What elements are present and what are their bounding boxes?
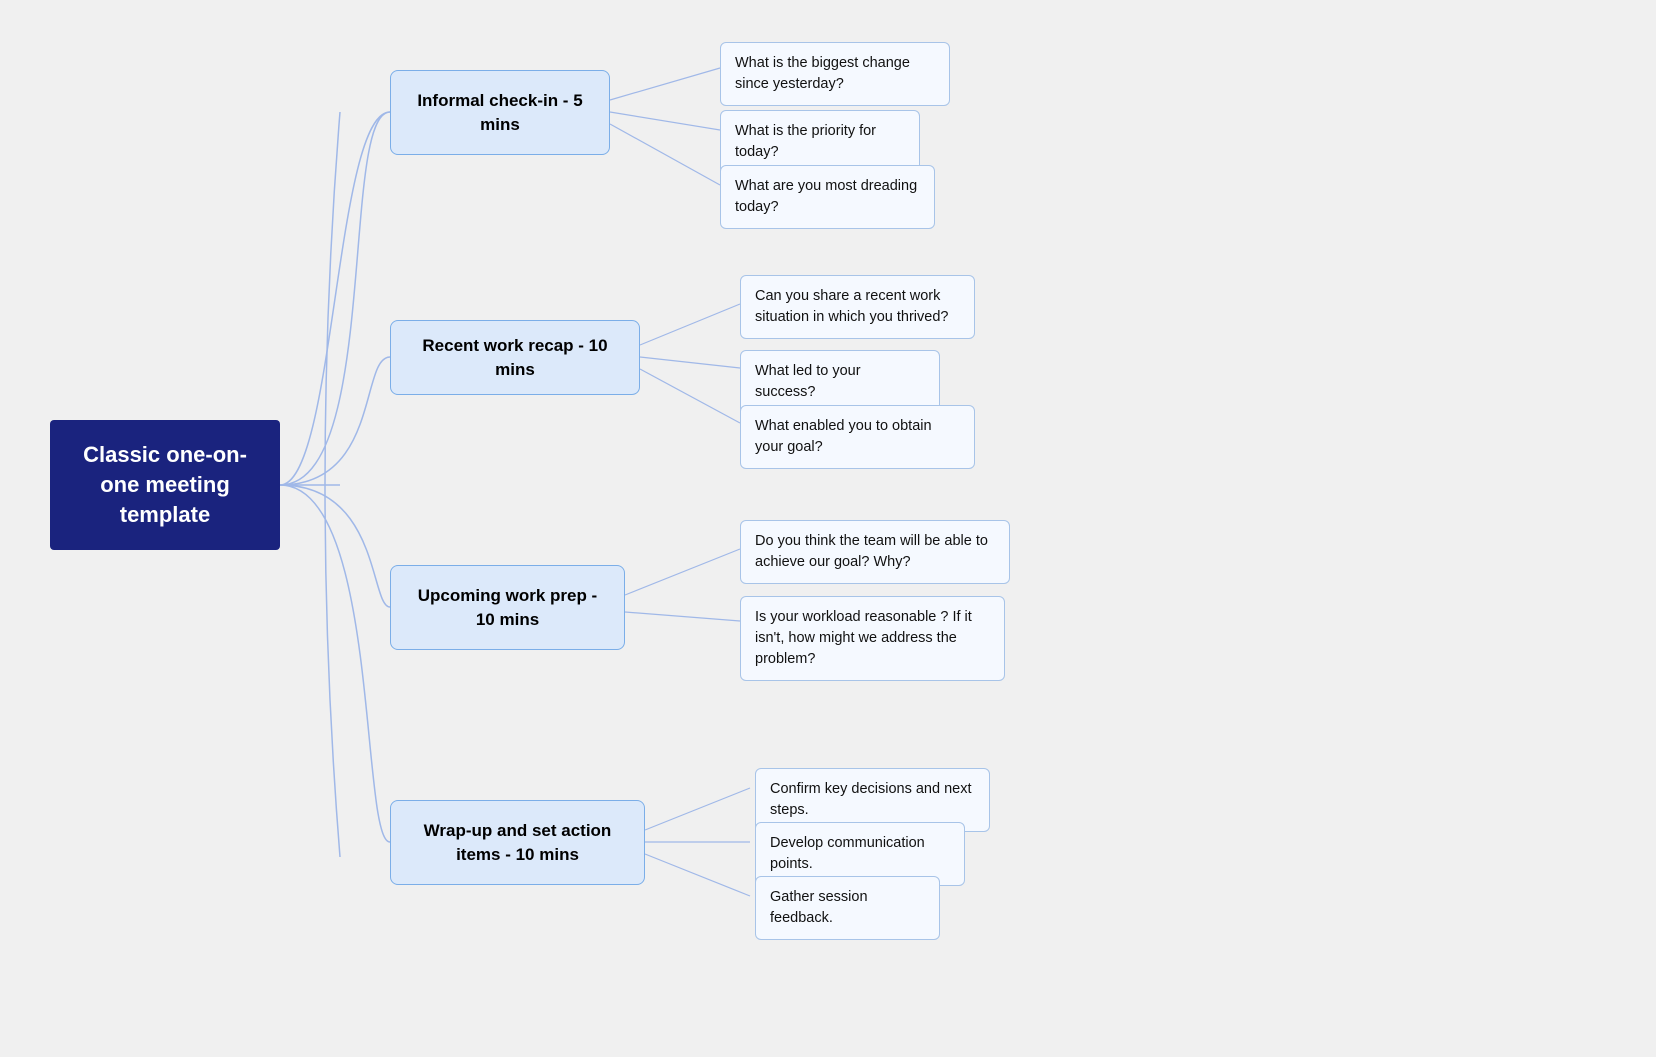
branch-informal-checkin: Informal check-in - 5 mins — [390, 70, 610, 155]
leaf-b2-1: Can you share a recent work situation in… — [740, 275, 975, 339]
leaf-b2-3: What enabled you to obtain your goal? — [740, 405, 975, 469]
branch-recent-work-recap: Recent work recap - 10 mins — [390, 320, 640, 395]
leaf-b1-3: What are you most dreading today? — [720, 165, 935, 229]
leaf-b3-2: Is your workload reasonable ? If it isn'… — [740, 596, 1005, 681]
root-node: Classic one-on-one meeting template — [50, 420, 280, 550]
leaf-b3-1: Do you think the team will be able to ac… — [740, 520, 1010, 584]
branch-upcoming-work-prep: Upcoming work prep - 10 mins — [390, 565, 625, 650]
mind-map-canvas: Classic one-on-one meeting template Info… — [0, 0, 1656, 1057]
leaf-b1-1: What is the biggest change since yesterd… — [720, 42, 950, 106]
branch-wrapup: Wrap-up and set action items - 10 mins — [390, 800, 645, 885]
leaf-b4-3: Gather session feedback. — [755, 876, 940, 940]
